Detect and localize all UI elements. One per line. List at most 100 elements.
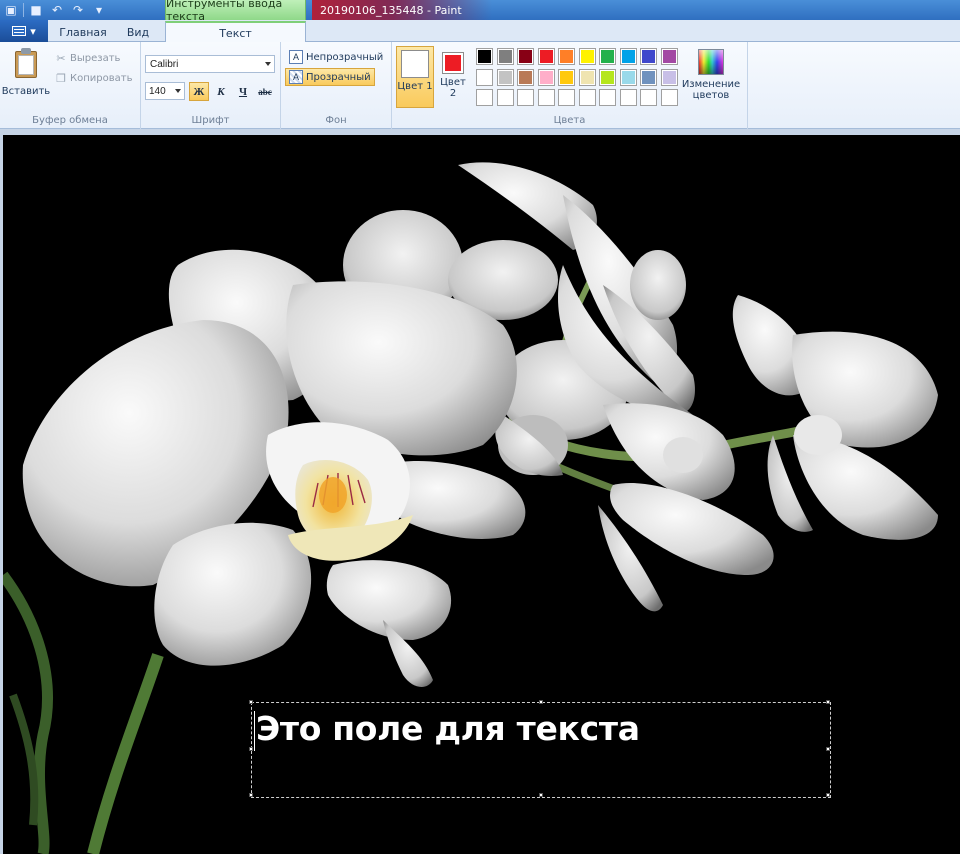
color1-button[interactable]: Цвет 1 [396, 46, 434, 108]
color-swatch[interactable] [476, 68, 493, 86]
color-swatch[interactable] [599, 89, 616, 106]
copy-button[interactable]: ❐ Копировать [55, 70, 132, 86]
paint-app-icon[interactable]: ▣ [2, 2, 20, 18]
paint-window: ▣ ■ ↶ ↷ ▾ Инструменты ввода текста 20190… [0, 0, 960, 854]
clipboard-group: Вставить ✂ Вырезать ❐ Копировать Буфер о… [0, 42, 141, 129]
color-swatch[interactable] [578, 68, 596, 86]
background-group: A Непрозрачный A Прозрачный Фон [281, 42, 392, 129]
italic-button[interactable]: К [211, 82, 231, 101]
color-swatch[interactable] [517, 68, 534, 86]
color-swatch[interactable] [558, 89, 575, 106]
font-group-label: Шрифт [191, 115, 230, 126]
color-swatch[interactable] [578, 48, 596, 65]
paste-button[interactable]: Вставить [1, 46, 51, 100]
color1-label: Цвет 1 [397, 81, 433, 92]
opaque-background-icon: A [289, 50, 303, 64]
color-swatch[interactable] [558, 48, 575, 65]
resize-handle[interactable] [249, 700, 253, 704]
color-swatch[interactable] [660, 68, 678, 86]
resize-handle[interactable] [249, 793, 253, 797]
transparent-label: Прозрачный [306, 71, 371, 83]
color-swatch[interactable] [496, 48, 514, 65]
color-swatch[interactable] [660, 89, 678, 106]
resize-handle[interactable] [826, 747, 830, 751]
color-swatch[interactable] [640, 48, 657, 65]
workspace: Это поле для текста [0, 129, 960, 854]
color-swatch[interactable] [537, 68, 555, 86]
color-swatch[interactable] [537, 89, 555, 106]
text-box-content[interactable]: Это поле для текста [256, 709, 640, 748]
color-swatch[interactable] [476, 89, 493, 106]
clipboard-group-label: Буфер обмена [32, 115, 108, 126]
paste-label: Вставить [1, 86, 51, 97]
resize-handle[interactable] [826, 700, 830, 704]
color-swatch[interactable] [660, 48, 678, 65]
font-size-value: 140 [149, 85, 166, 97]
colors-group-label: Цвета [553, 115, 586, 126]
save-icon[interactable]: ■ [27, 2, 45, 18]
color-swatch[interactable] [619, 48, 637, 65]
edit-colors-button[interactable]: Изменение цветов [680, 46, 742, 108]
qat-separator [23, 3, 24, 17]
resize-handle[interactable] [539, 700, 543, 704]
tab-text[interactable]: Текст [165, 21, 306, 43]
color-swatch[interactable] [476, 48, 493, 65]
redo-icon[interactable]: ↷ [69, 2, 87, 18]
text-box[interactable]: Это поле для текста [249, 700, 831, 798]
scissors-icon: ✂ [56, 51, 66, 65]
edit-colors-label: Изменение цветов [681, 79, 741, 101]
tab-home[interactable]: Главная [54, 22, 112, 42]
color-swatch[interactable] [619, 68, 637, 86]
ribbon-tab-row: ▾ Главная Вид Текст [0, 20, 960, 43]
color-swatch[interactable] [537, 48, 555, 65]
font-family-value: Calibri [150, 58, 179, 70]
menu-icon [12, 26, 27, 36]
undo-icon[interactable]: ↶ [48, 2, 66, 18]
color2-swatch [442, 52, 464, 74]
color-swatch[interactable] [619, 89, 637, 106]
color-swatch[interactable] [599, 68, 616, 86]
strikethrough-button[interactable]: abc [255, 82, 275, 101]
font-size-select[interactable]: 140 [145, 82, 185, 100]
opaque-button[interactable]: A Непрозрачный [285, 48, 387, 66]
text-caret [254, 711, 255, 751]
drawing-canvas[interactable]: Это поле для текста [3, 135, 960, 854]
color1-swatch [401, 50, 429, 78]
color-swatch[interactable] [517, 48, 534, 65]
resize-handle[interactable] [539, 793, 543, 797]
resize-handle[interactable] [826, 793, 830, 797]
resize-handle[interactable] [249, 747, 253, 751]
underline-button[interactable]: Ч [233, 82, 253, 101]
color-swatch[interactable] [599, 48, 616, 65]
transparent-background-icon: A [289, 70, 303, 84]
cut-button[interactable]: ✂ Вырезать [55, 50, 120, 66]
tab-view[interactable]: Вид [116, 22, 160, 42]
cut-label: Вырезать [70, 52, 121, 64]
chevron-down-icon [265, 62, 271, 66]
bold-button[interactable]: Ж [189, 82, 209, 101]
color-palette [476, 48, 678, 106]
chevron-down-icon [175, 89, 181, 93]
color-swatch[interactable] [496, 68, 514, 86]
transparent-button[interactable]: A Прозрачный [285, 68, 375, 86]
copy-label: Копировать [70, 72, 133, 84]
ribbon: Вставить ✂ Вырезать ❐ Копировать Буфер о… [0, 42, 960, 129]
chevron-down-icon: ▾ [30, 24, 36, 38]
color-spectrum-icon [698, 49, 724, 75]
app-menu-button[interactable]: ▾ [0, 20, 48, 42]
copy-icon: ❐ [56, 71, 66, 85]
quick-access-toolbar: ▣ ■ ↶ ↷ ▾ [0, 0, 108, 20]
color-swatch[interactable] [496, 89, 514, 106]
color2-button[interactable]: Цвет 2 [438, 46, 468, 108]
font-family-select[interactable]: Calibri [145, 55, 275, 73]
background-group-label: Фон [325, 115, 347, 126]
color-swatch[interactable] [640, 89, 657, 106]
color-swatch[interactable] [640, 68, 657, 86]
context-tab-title: Инструменты ввода текста [165, 0, 306, 23]
color-swatch[interactable] [558, 68, 575, 86]
color-swatch[interactable] [578, 89, 596, 106]
customize-qat-icon[interactable]: ▾ [90, 2, 108, 18]
opaque-label: Непрозрачный [306, 51, 384, 63]
colors-group: Цвет 1 Цвет 2 Изменение цветов Цвета [392, 42, 748, 129]
color-swatch[interactable] [517, 89, 534, 106]
